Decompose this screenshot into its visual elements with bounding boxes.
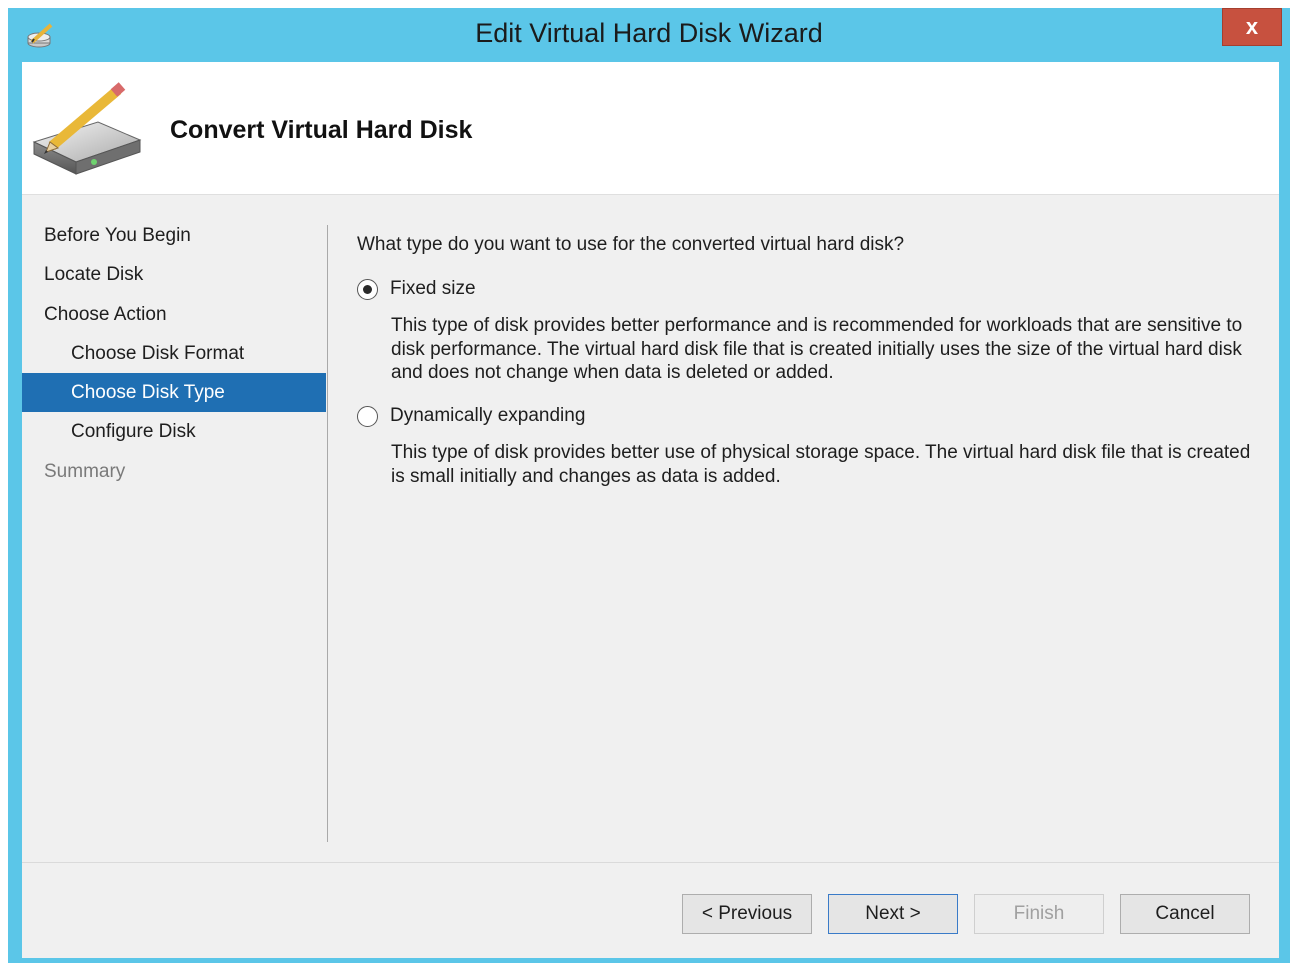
dynamically-expanding-option[interactable]: Dynamically expanding: [357, 405, 585, 427]
wizard-client-area: Convert Virtual Hard Disk Before You Beg…: [22, 62, 1279, 958]
disk-type-question: What type do you want to use for the con…: [357, 234, 905, 255]
title-bar: Edit Virtual Hard Disk Wizard x: [8, 8, 1290, 62]
wizard-header: Convert Virtual Hard Disk: [22, 62, 1279, 195]
fixed-size-description: This type of disk provides better perfor…: [391, 315, 1243, 383]
fixed-size-radio[interactable]: [357, 278, 378, 300]
close-button[interactable]: x: [1222, 8, 1282, 46]
page-title: Convert Virtual Hard Disk: [170, 116, 473, 144]
nav-divider: [327, 225, 328, 842]
window-title: Edit Virtual Hard Disk Wizard: [475, 18, 823, 48]
next-button[interactable]: Next >: [828, 894, 958, 934]
wizard-window: Edit Virtual Hard Disk Wizard x Convert …: [8, 8, 1290, 963]
nav-item-configure-disk[interactable]: Configure Disk: [22, 412, 326, 451]
nav-item-summary: Summary: [44, 460, 126, 482]
dynamically-expanding-description: This type of disk provides better use of…: [391, 442, 1251, 487]
fixed-size-option[interactable]: Fixed size: [357, 278, 476, 300]
fixed-size-label[interactable]: Fixed size: [390, 278, 476, 300]
wizard-steps-nav: Before You Begin Locate Disk Choose Acti…: [22, 216, 326, 491]
previous-button[interactable]: < Previous: [682, 894, 812, 934]
nav-item-before-you-begin[interactable]: Before You Begin: [22, 216, 326, 255]
cancel-button[interactable]: Cancel: [1120, 894, 1250, 934]
nav-item-choose-action[interactable]: Choose Action: [22, 295, 326, 334]
nav-item-choose-disk-format[interactable]: Choose Disk Format: [22, 334, 326, 373]
finish-button: Finish: [974, 894, 1104, 934]
nav-item-choose-disk-type[interactable]: Choose Disk Type: [22, 373, 326, 413]
footer-divider: [22, 862, 1279, 863]
dynamically-expanding-radio[interactable]: [357, 405, 378, 427]
nav-item-locate-disk[interactable]: Locate Disk: [22, 255, 326, 294]
hard-disk-pencil-icon: [32, 82, 142, 175]
dynamically-expanding-label[interactable]: Dynamically expanding: [390, 405, 585, 427]
